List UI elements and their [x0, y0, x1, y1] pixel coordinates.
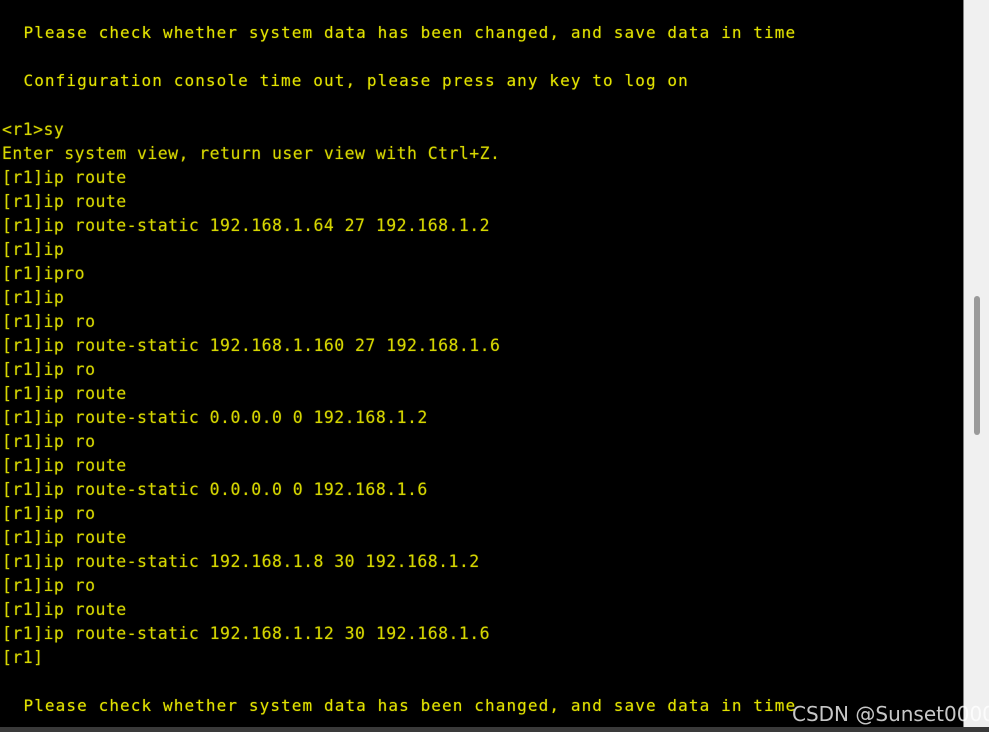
terminal-output-area[interactable]: Please check whether system data has bee… [0, 0, 963, 727]
window-bottom-strip [0, 727, 989, 732]
terminal-line: [r1]ip [2, 288, 65, 307]
terminal-line: [r1]ip ro [2, 312, 96, 331]
notice-line: Please check whether system data has bee… [2, 23, 797, 42]
terminal-line: [r1]ip route-static 192.168.1.160 27 192… [2, 336, 501, 355]
terminal-line: [r1]ip ro [2, 360, 96, 379]
top-notice-block: Please check whether system data has bee… [0, 0, 963, 93]
session-transcript: <r1>sy Enter system view, return user vi… [0, 93, 963, 670]
terminal-line: [r1]ip route-static 0.0.0.0 0 192.168.1.… [2, 480, 428, 499]
terminal-line: [r1]ip route-static 0.0.0.0 0 192.168.1.… [2, 408, 428, 427]
terminal-line: [r1]ip ro [2, 576, 96, 595]
terminal-line: [r1]ip route [2, 456, 127, 475]
scrollbar-thumb[interactable] [974, 296, 980, 435]
terminal-line: [r1]ip route [2, 600, 127, 619]
terminal-line: [r1]ipro [2, 264, 86, 283]
terminal-line: [r1]ip ro [2, 432, 96, 451]
notice-line: Please check whether system data has bee… [2, 696, 797, 715]
bottom-notice-block: Please check whether system data has bee… [0, 694, 963, 718]
terminal-prompt-line[interactable]: [r1] [0, 646, 963, 670]
notice-line: Configuration console time out, please p… [2, 71, 689, 90]
terminal-line: [r1]ip route-static 192.168.1.8 30 192.1… [2, 552, 480, 571]
terminal-line: [r1]ip route [2, 168, 127, 187]
terminal-line: [r1]ip route-static 192.168.1.64 27 192.… [2, 216, 491, 235]
terminal-line: [r1]ip route [2, 384, 127, 403]
terminal-line: <r1>sy [2, 120, 65, 139]
terminal-line: [r1]ip route [2, 528, 127, 547]
terminal-line: [r1]ip [2, 240, 65, 259]
terminal-window: Please check whether system data has bee… [0, 0, 989, 732]
terminal-line: [r1]ip route-static 192.168.1.12 30 192.… [2, 624, 491, 643]
vertical-scrollbar[interactable] [963, 0, 989, 727]
terminal-line: Enter system view, return user view with… [2, 144, 501, 163]
terminal-line: [r1]ip route [2, 192, 127, 211]
terminal-line: [r1]ip ro [2, 504, 96, 523]
